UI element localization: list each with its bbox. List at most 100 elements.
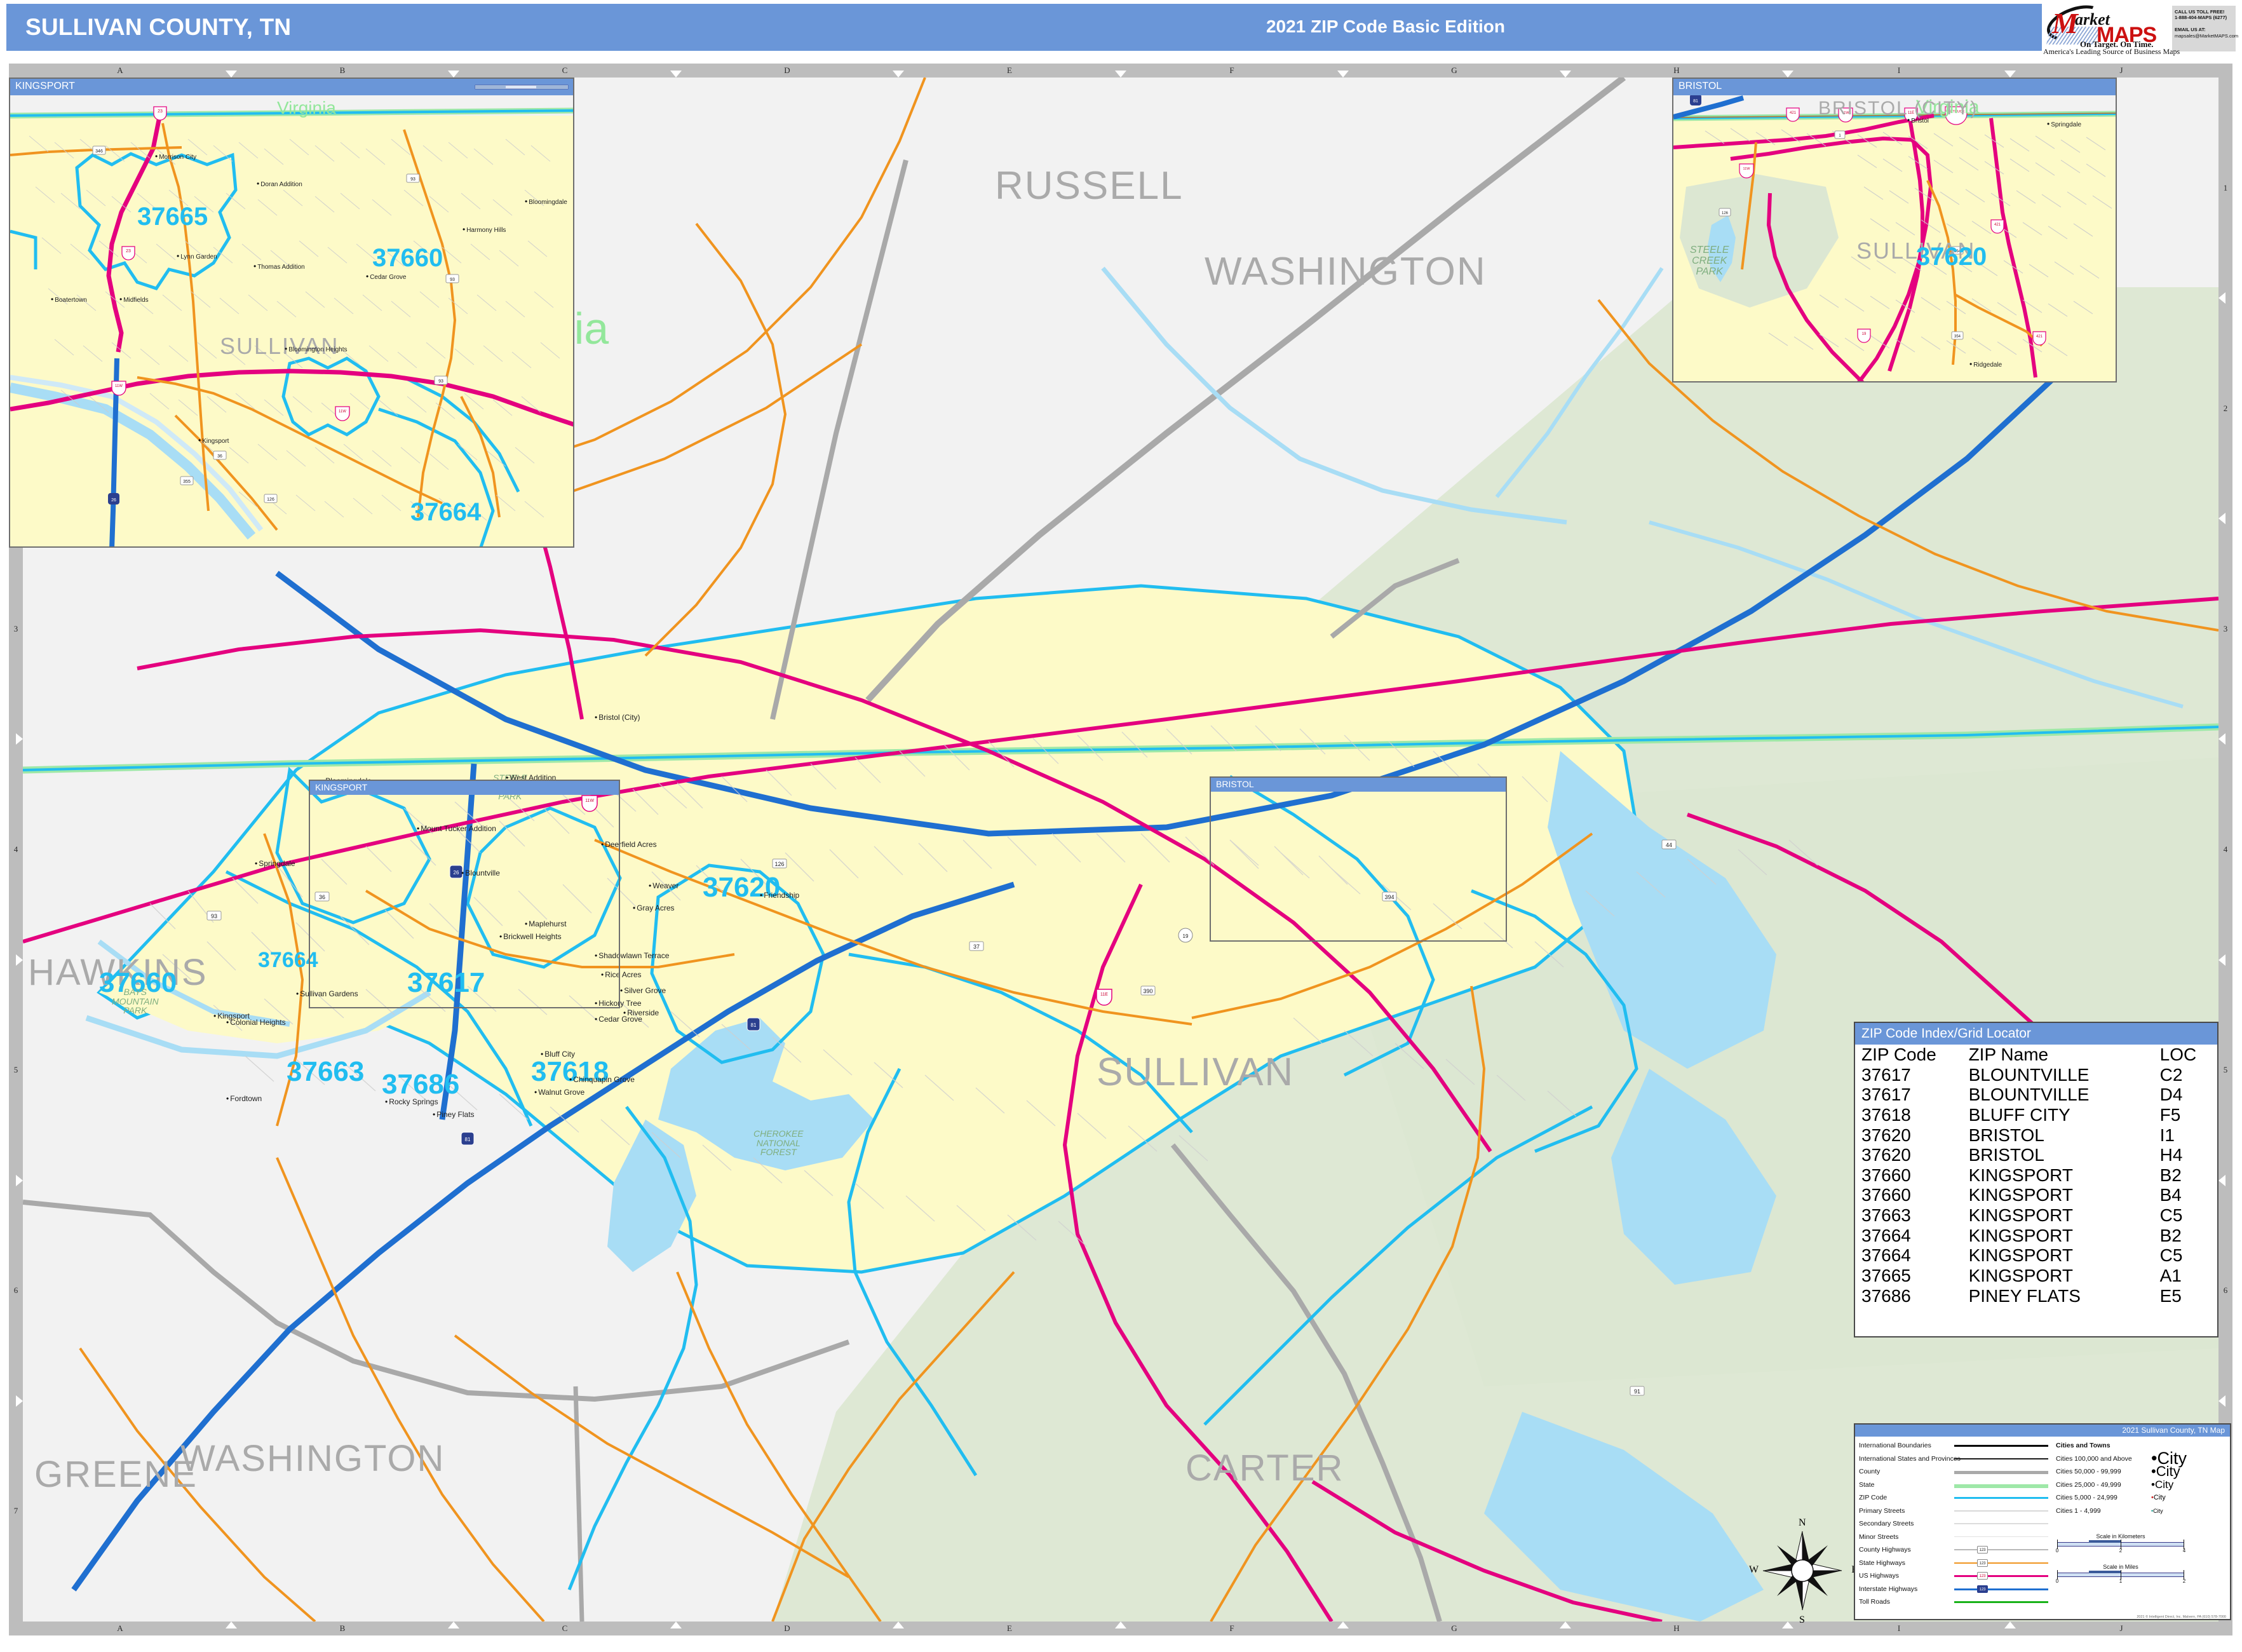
table-row[interactable]: 37620 BRISTOL H4 bbox=[1855, 1145, 2217, 1165]
legend-symbol bbox=[1953, 1479, 2050, 1491]
contact-phone: 1-888-404-MAPS (6277) bbox=[2175, 15, 2227, 21]
legend-row: International States and Provinces bbox=[1859, 1452, 2050, 1466]
legend-label: US Highways bbox=[1859, 1572, 1900, 1580]
cell-zip-code: 37686 bbox=[1861, 1285, 1911, 1306]
table-row[interactable]: 37664 KINGSPORT B2 bbox=[1855, 1226, 2217, 1246]
svg-text:37: 37 bbox=[973, 944, 980, 950]
place-label: Rocky Springs bbox=[385, 1097, 438, 1106]
place-label: Springdale bbox=[255, 859, 295, 868]
table-row[interactable]: 37665 KINGSPORT A1 bbox=[1855, 1266, 2217, 1286]
grid-notch bbox=[2218, 1174, 2225, 1186]
legend-scalebars: Scale in Kilometers 0 2 4 Scale in Miles 0 1 2 bbox=[2055, 1533, 2216, 1594]
legend-city-label: Cities 5,000 - 24,999 bbox=[2056, 1494, 2117, 1502]
table-row[interactable]: 37618 BLUFF CITY F5 bbox=[1855, 1105, 2217, 1125]
table-row[interactable]: 37617 BLOUNTVILLE D4 bbox=[1855, 1085, 2217, 1105]
table-row[interactable]: 37664 KINGSPORT C5 bbox=[1855, 1245, 2217, 1266]
inset-place-label: Morrison City bbox=[155, 152, 196, 161]
inset-kingsport-scalebar bbox=[475, 85, 569, 90]
county-label-sullivan: SULLIVAN bbox=[1097, 1050, 1295, 1094]
legend-city-dot-icon: • bbox=[2151, 1463, 2156, 1480]
inset-zip-label-37620: 37620 bbox=[1916, 243, 1987, 271]
cell-zip-name: BLOUNTVILLE bbox=[1968, 1064, 2090, 1085]
scalebar: Scale in Kilometers 0 2 4 bbox=[2055, 1533, 2185, 1555]
legend-symbol bbox=[1953, 1491, 2050, 1504]
grid-row-6: 6 bbox=[13, 1285, 18, 1296]
detail-area-box-kingsport[interactable]: KINGSPORT bbox=[309, 780, 620, 1008]
contact-email-label: EMAIL US AT: bbox=[2175, 27, 2206, 33]
legend-label: Toll Roads bbox=[1859, 1598, 1891, 1606]
grid-column-A: A bbox=[117, 1623, 123, 1633]
scalebar-tick-label: 0 bbox=[2055, 1548, 2059, 1554]
legend-symbol bbox=[1953, 1505, 2050, 1517]
inset-zip-label-37660: 37660 bbox=[372, 244, 443, 272]
grid-row-5: 5 bbox=[2223, 1065, 2228, 1075]
table-row[interactable]: 37620 BRISTOL I1 bbox=[1855, 1125, 2217, 1146]
legend-row: State Highways 123 bbox=[1859, 1557, 2050, 1570]
legend-line-swatch bbox=[1954, 1497, 2048, 1500]
cell-zip-name: BLOUNTVILLE bbox=[1968, 1085, 2090, 1105]
grid-notch bbox=[226, 1622, 237, 1628]
scalebar-tick-label: 0 bbox=[2055, 1578, 2059, 1584]
place-label: Silver Grove bbox=[620, 986, 666, 995]
legend-symbol bbox=[1953, 1465, 2050, 1478]
cell-loc: H4 bbox=[2159, 1145, 2183, 1165]
logo-m-letter: M bbox=[2052, 7, 2078, 39]
zip-label-37663: 37663 bbox=[287, 1056, 365, 1087]
compass-west-label: W bbox=[1749, 1564, 1759, 1575]
cell-zip-code: 37617 bbox=[1861, 1085, 1911, 1105]
table-row[interactable]: 37686 PINEY FLATS E5 bbox=[1855, 1286, 2217, 1306]
table-row[interactable]: 37660 KINGSPORT B2 bbox=[1855, 1165, 2217, 1186]
legend-city-sample: •City bbox=[2151, 1463, 2180, 1480]
legend-city-row: Cities 50,000 - 99,999 •City bbox=[2056, 1463, 2229, 1480]
place-label: Riverside bbox=[623, 1008, 659, 1017]
place-label: Bluff City bbox=[541, 1050, 575, 1059]
legend-line-swatch bbox=[1954, 1445, 2048, 1447]
scalebar-step bbox=[2089, 1571, 2121, 1573]
inset-map-kingsport[interactable]: 23 23 11W 11W 26 346 93 93 93 36 355 126… bbox=[9, 78, 574, 548]
legend-symbol bbox=[1953, 1439, 2050, 1452]
cell-zip-code: 37618 bbox=[1861, 1104, 1911, 1125]
table-row[interactable]: 37660 KINGSPORT B4 bbox=[1855, 1185, 2217, 1205]
legend-line-swatch bbox=[1954, 1523, 2048, 1525]
legend-label: State bbox=[1859, 1480, 1875, 1489]
grid-ruler-top: A B C D E F G H I J bbox=[9, 64, 2232, 78]
detail-area-box-bristol[interactable]: BRISTOL bbox=[1210, 776, 1507, 942]
legend-shield-icon: 123 bbox=[1977, 1572, 1988, 1580]
cell-loc: B4 bbox=[2159, 1185, 2182, 1205]
table-row[interactable]: 37663 KINGSPORT C5 bbox=[1855, 1205, 2217, 1226]
cell-zip-code: 37665 bbox=[1861, 1265, 1911, 1285]
svg-text:81: 81 bbox=[465, 1137, 471, 1142]
grid-column-D: D bbox=[784, 65, 790, 75]
svg-text:126: 126 bbox=[774, 861, 784, 867]
legend-row: US Highways 123 bbox=[1859, 1569, 2050, 1583]
grid-notch bbox=[2218, 513, 2225, 525]
legend-row: Secondary Streets bbox=[1859, 1517, 2050, 1531]
place-label: Piney Flats bbox=[433, 1110, 474, 1119]
inset-place-label: Bristol bbox=[1907, 116, 1929, 125]
inset-map-bristol[interactable]: 421 11W 11E 19-TRUCK 11W 421 19 421 126 … bbox=[1672, 78, 2117, 383]
legend-symbol: 123 bbox=[1953, 1557, 2050, 1569]
grid-notch bbox=[2218, 954, 2225, 966]
legend-row: International Boundaries bbox=[1859, 1439, 2050, 1452]
inset-state-label: Virginia bbox=[277, 98, 336, 118]
map-legend-panel[interactable]: 2021 Sullivan County, TN Map Internation… bbox=[1854, 1423, 2231, 1620]
legend-body: International Boundaries International St… bbox=[1855, 1437, 2230, 1620]
inset-kingsport-labels: VirginiaSULLIVAN376653766037664Morrison … bbox=[10, 79, 573, 546]
legend-row: County Highways 123 bbox=[1859, 1543, 2050, 1557]
zip-index-header-row: ZIP Code ZIP Name LOC bbox=[1855, 1045, 2217, 1065]
grid-column-I: I bbox=[1897, 1623, 1901, 1633]
park-label: CHEROKEE NATIONAL FOREST bbox=[753, 1128, 804, 1158]
legend-symbol bbox=[1953, 1517, 2050, 1530]
zip-code-index-panel[interactable]: ZIP Code Index/Grid Locator ZIP Code ZIP… bbox=[1854, 1022, 2218, 1337]
marketmaps-logo: M arket MAPS On Target. On Time. America… bbox=[2042, 0, 2238, 56]
grid-notch bbox=[893, 1622, 904, 1628]
legend-cities-heading-row: Cities and Towns bbox=[2056, 1439, 2229, 1452]
cell-zip-name: KINGSPORT bbox=[1968, 1245, 2073, 1266]
page-header: SULLIVAN COUNTY, TN 2021 ZIP Code Basic … bbox=[0, 0, 2242, 58]
inset-place-label: Harmony Hills bbox=[463, 225, 506, 234]
table-row[interactable]: 37617 BLOUNTVILLE C2 bbox=[1855, 1065, 2217, 1085]
grid-column-G: G bbox=[1451, 65, 1457, 75]
grid-notch bbox=[2218, 1395, 2225, 1407]
logo-tagline-2: America's Leading Source of Business Map… bbox=[2043, 47, 2180, 56]
legend-line-swatch bbox=[1954, 1471, 2048, 1475]
